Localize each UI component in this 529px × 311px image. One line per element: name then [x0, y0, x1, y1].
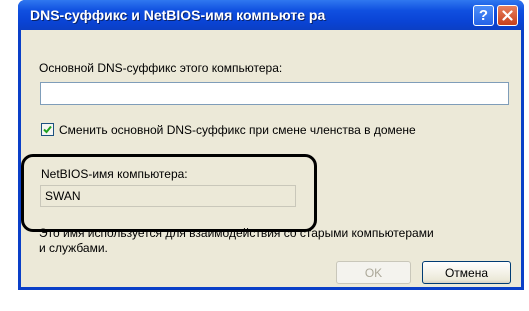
- help-button[interactable]: ?: [473, 5, 494, 26]
- change-suffix-checkbox[interactable]: [41, 123, 54, 136]
- info-text-line-2: и службами.: [39, 241, 108, 255]
- netbios-name-field[interactable]: SWAN: [40, 185, 296, 207]
- title-bar[interactable]: DNS-суффикс и NetBIOS-имя компьюте ра ?: [18, 0, 524, 30]
- info-text-line-1: Это имя используется для взаимодействия …: [39, 226, 434, 240]
- primary-dns-input[interactable]: [40, 82, 509, 105]
- netbios-label: NetBIOS-имя компьютера:: [41, 167, 188, 181]
- dialog-window: DNS-суффикс и NetBIOS-имя компьюте ра ? …: [18, 0, 524, 290]
- netbios-name-value: SWAN: [45, 189, 81, 203]
- close-button[interactable]: [497, 5, 518, 26]
- cancel-button[interactable]: Отмена: [422, 261, 511, 284]
- change-suffix-label[interactable]: Сменить основной DNS-суффикс при смене ч…: [59, 123, 416, 137]
- dialog-title: DNS-суффикс и NetBIOS-имя компьюте ра: [30, 7, 326, 23]
- checkmark-icon: [43, 125, 52, 134]
- primary-dns-label: Основной DNS-суффикс этого компьютера:: [39, 61, 283, 75]
- dialog-body: Основной DNS-суффикс этого компьютера: С…: [21, 30, 521, 287]
- help-icon: ?: [478, 7, 489, 24]
- ok-button[interactable]: OK: [336, 261, 411, 284]
- close-icon: [502, 10, 513, 21]
